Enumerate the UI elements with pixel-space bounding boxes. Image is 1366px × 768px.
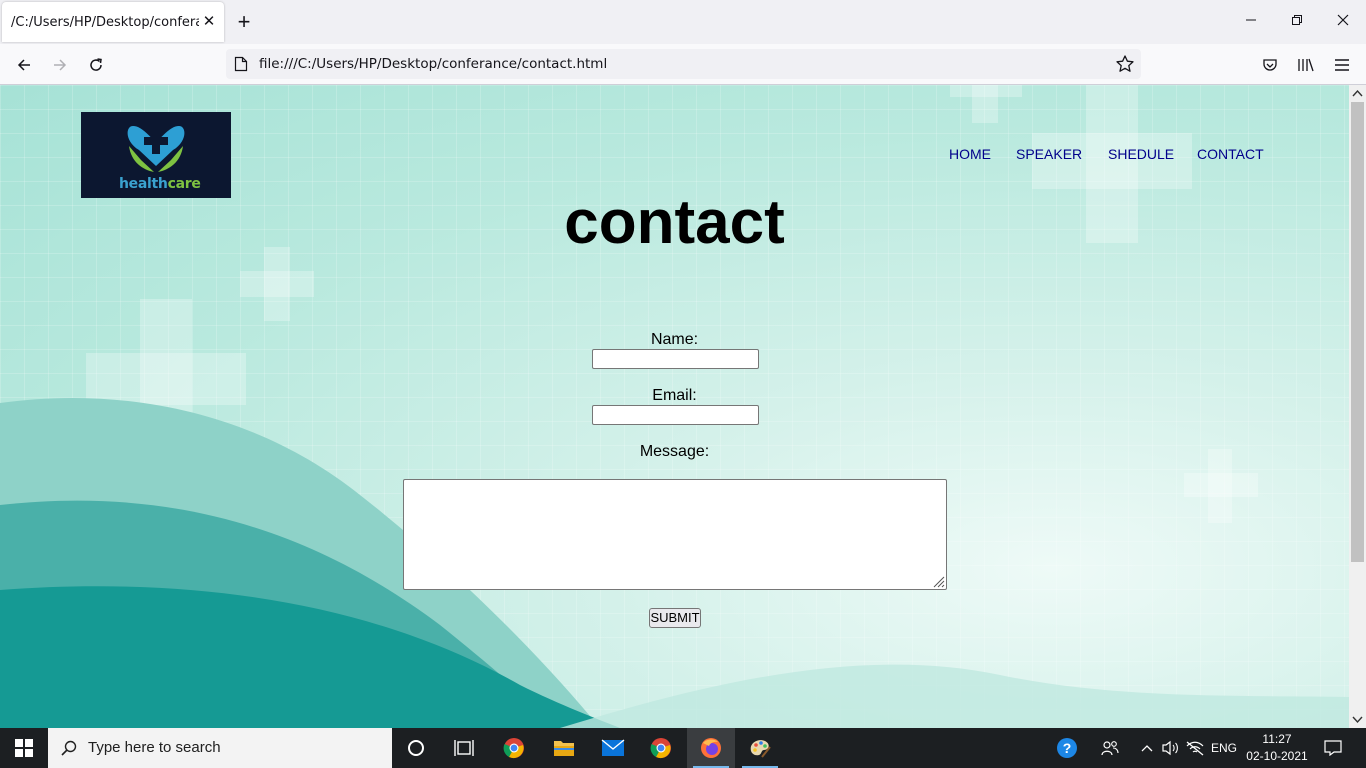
svg-text:?: ? [1063, 740, 1072, 756]
language-indicator[interactable]: ENG [1208, 728, 1240, 768]
message-label: Message: [639, 443, 710, 460]
taskbar-clock[interactable]: 11:27 02-10-2021 [1240, 731, 1314, 765]
clock-time: 11:27 [1262, 732, 1292, 746]
chrome-icon[interactable] [490, 728, 538, 768]
browser-navbar: file:///C:/Users/HP/Desktop/conferance/c… [0, 44, 1366, 85]
email-input[interactable] [592, 405, 759, 425]
volume-icon[interactable] [1160, 728, 1180, 768]
pocket-icon[interactable] [1259, 54, 1281, 76]
name-label: Name: [650, 331, 699, 348]
restore-icon[interactable] [1287, 12, 1307, 32]
reload-icon[interactable] [83, 52, 109, 78]
notifications-icon[interactable] [1320, 728, 1346, 768]
healthcare-logo: healthcare [81, 112, 231, 198]
nav-contact-link[interactable]: CONTACT [1197, 146, 1264, 162]
taskbar-search-box[interactable]: Type here to search [48, 728, 392, 768]
taskbar: Type here to search ? ENG 11:27 02-10-20 [0, 728, 1366, 768]
browser-tabbar: /C:/Users/HP/Desktop/conferance/c ✕ + [0, 0, 1366, 44]
nav-schedule-link[interactable]: SHEDULE [1108, 146, 1174, 162]
url-text[interactable]: file:///C:/Users/HP/Desktop/conferance/c… [259, 56, 607, 72]
search-placeholder: Type here to search [88, 739, 221, 756]
mail-icon[interactable] [589, 728, 637, 768]
menu-icon[interactable] [1331, 54, 1353, 76]
minimize-icon[interactable] [1241, 12, 1261, 32]
tab-close-icon[interactable]: ✕ [200, 13, 218, 31]
browser-tab[interactable]: /C:/Users/HP/Desktop/conferance/c ✕ [2, 2, 224, 42]
search-icon [61, 740, 77, 756]
submit-button[interactable]: SUBMIT [649, 608, 701, 628]
page-icon [234, 56, 248, 72]
network-disconnected-icon[interactable] [1184, 728, 1206, 768]
forward-icon[interactable] [47, 52, 73, 78]
scroll-up-icon[interactable] [1352, 88, 1363, 99]
library-icon[interactable] [1295, 54, 1317, 76]
show-hidden-icons-chevron-icon[interactable] [1138, 728, 1156, 768]
paint-icon[interactable] [736, 728, 784, 768]
scrollbar-thumb[interactable] [1351, 102, 1364, 562]
window-close-icon[interactable] [1333, 12, 1353, 32]
message-textarea[interactable] [403, 479, 947, 590]
task-view-icon[interactable] [440, 728, 488, 768]
email-label: Email: [652, 387, 697, 404]
tab-title: /C:/Users/HP/Desktop/conferance/c [11, 15, 199, 30]
windows-start-icon[interactable] [0, 728, 48, 768]
file-explorer-icon[interactable] [540, 728, 588, 768]
bookmark-star-icon[interactable] [1115, 54, 1135, 74]
new-tab-icon[interactable]: + [233, 11, 255, 33]
cortana-icon[interactable] [392, 728, 440, 768]
address-bar[interactable]: file:///C:/Users/HP/Desktop/conferance/c… [226, 49, 1141, 79]
scroll-down-icon[interactable] [1352, 714, 1363, 725]
firefox-icon[interactable] [687, 728, 735, 768]
back-icon[interactable] [11, 52, 37, 78]
page-scrollbar[interactable] [1349, 85, 1366, 728]
clock-date: 02-10-2021 [1246, 749, 1308, 763]
name-input[interactable] [592, 349, 759, 369]
nav-home-link[interactable]: HOME [949, 146, 991, 162]
chrome-icon[interactable] [637, 728, 685, 768]
nav-speaker-link[interactable]: SPEAKER [1016, 146, 1082, 162]
page-title: contact [564, 188, 785, 257]
people-icon[interactable] [1098, 728, 1122, 768]
page-viewport: healthcare HOME SPEAKER SHEDULE CONTACT … [0, 85, 1349, 728]
help-icon[interactable]: ? [1053, 728, 1081, 768]
resize-grip-icon[interactable] [931, 574, 945, 588]
